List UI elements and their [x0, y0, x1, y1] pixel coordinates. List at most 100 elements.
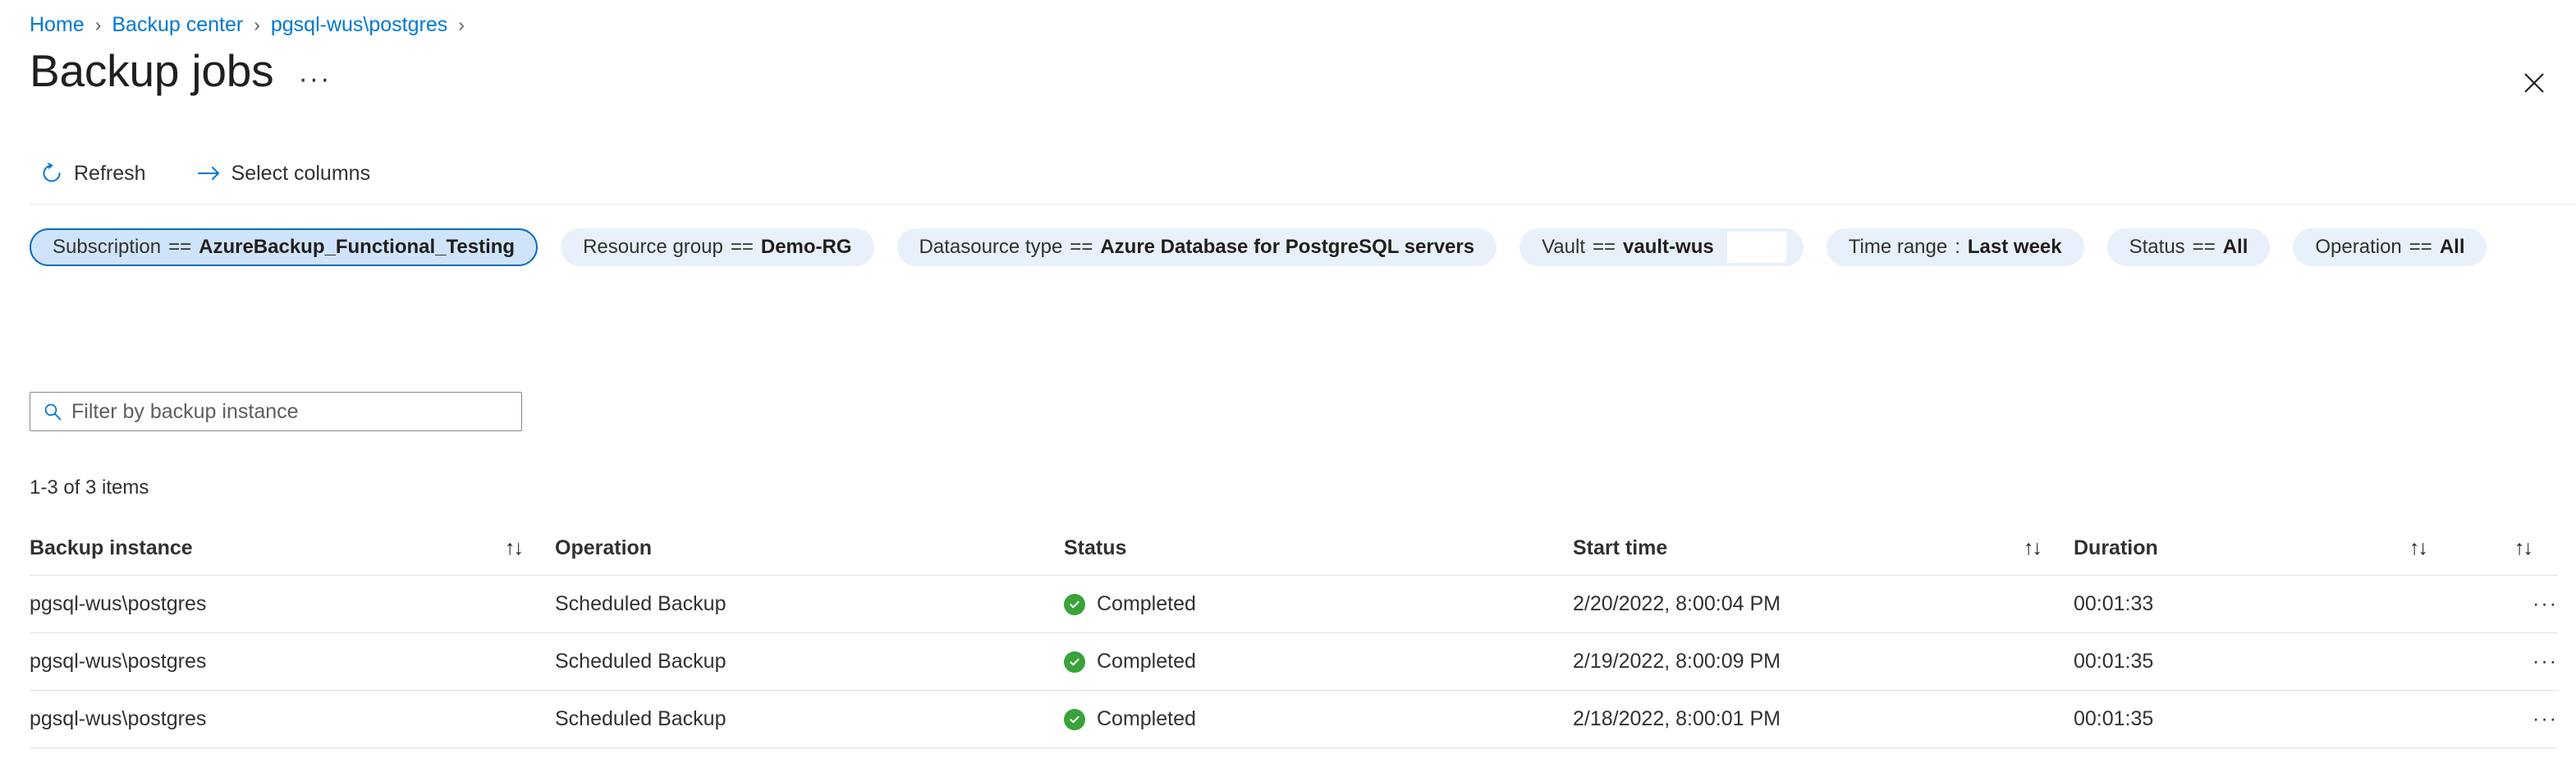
filter-pill-key: Status [2129, 236, 2185, 258]
filter-pill-subscription[interactable]: Subscription == AzureBackup_Functional_Tes… [30, 228, 539, 266]
cell-backup-instance: pgsql-wus\postgres [30, 632, 555, 691]
filter-pill-operator: == [1070, 236, 1093, 258]
search-input[interactable] [65, 398, 511, 425]
column-header-label: Status [1064, 536, 1127, 559]
page-title: Backup jobs [30, 45, 274, 96]
cell-duration: 00:01:35 [2074, 690, 2459, 748]
column-header-row-actions: ↑↓ [2459, 530, 2558, 576]
table-body: pgsql-wus\postgres Scheduled Backup Comple… [30, 575, 2558, 748]
cell-duration: 00:01:33 [2074, 575, 2459, 633]
breadcrumb-item-2[interactable]: Backup center [112, 12, 243, 38]
table-row[interactable]: pgsql-wus\postgres Scheduled Backup Comple… [30, 575, 2558, 633]
filter-pill-key: Datasource type [919, 236, 1063, 258]
filter-pill-datasource-type[interactable]: Datasource type == Azure Database for Post… [896, 228, 1497, 266]
table-row[interactable]: pgsql-wus\postgres Scheduled Backup Comple… [30, 632, 2558, 691]
filter-pill-operator: == [1593, 236, 1616, 258]
filter-pill-value: AzureBackup_Functional_Testing [199, 236, 516, 258]
status-badge: Completed [1064, 650, 1573, 674]
arrow-right-icon [197, 161, 222, 186]
sort-arrows-icon[interactable]: ↑↓ [505, 538, 524, 559]
breadcrumb-separator: › [94, 14, 102, 35]
status-success-check-icon [1064, 651, 1085, 673]
column-header-status: Status [1064, 530, 1573, 576]
table-header: Backup instance ↑↓ Operation Status Start ti… [30, 530, 2558, 576]
select-columns-button[interactable]: Select columns [187, 156, 389, 191]
row-context-menu-button[interactable]: ··· [2459, 690, 2558, 748]
breadcrumb-separator: › [458, 14, 465, 35]
cell-duration: 00:01:35 [2074, 632, 2459, 691]
row-context-menu-button[interactable]: ··· [2459, 575, 2558, 633]
status-badge: Completed [1064, 592, 1573, 616]
filter-pill-value: Demo-RG [760, 236, 852, 258]
status-label: Completed [1097, 650, 1196, 673]
cell-status: Completed [1064, 632, 1573, 691]
filter-pill-vault[interactable]: Vault == vault-wus [1519, 228, 1804, 266]
breadcrumb-item-1[interactable]: Home [30, 12, 85, 38]
filter-pill-operator: == [168, 236, 192, 258]
refresh-button[interactable]: Refresh [30, 156, 164, 191]
cell-backup-instance: pgsql-wus\postgres [30, 690, 555, 748]
column-header-inner: Operation [555, 536, 1064, 560]
breadcrumb-separator: › [254, 14, 260, 35]
filter-pill-list: Subscription == AzureBackup_Functional_Tes… [30, 228, 2566, 266]
table-header-row: Backup instance ↑↓ Operation Status Start ti… [30, 530, 2558, 576]
filter-pill-time-range[interactable]: Time range: Last week [1826, 228, 2084, 266]
filter-pill-operator: : [1955, 236, 1960, 258]
column-header-label: Operation [555, 536, 653, 559]
status-success-check-icon [1064, 708, 1085, 730]
column-header-inner: Backup instance ↑↓ [30, 536, 555, 560]
filter-pill-value: vault-wus [1623, 236, 1714, 258]
page-more-menu-button[interactable]: ··· [298, 65, 331, 93]
filter-pill-key: Time range [1848, 236, 1948, 258]
cell-status: Completed [1064, 690, 1573, 748]
cell-status: Completed [1064, 575, 1573, 633]
filter-pill-operator: == [2409, 236, 2432, 258]
select-columns-button-label: Select columns [231, 161, 371, 185]
column-header-inner: Status [1064, 536, 1573, 560]
column-header-backup-instance[interactable]: Backup instance ↑↓ [30, 530, 555, 576]
cell-operation: Scheduled Backup [555, 690, 1064, 748]
column-header-operation: Operation [555, 530, 1064, 576]
row-context-menu-button[interactable]: ··· [2459, 632, 2558, 691]
cell-start-time: 2/18/2022, 8:00:01 PM [1573, 690, 2074, 748]
column-header-start-time[interactable]: Start time ↑↓ [1573, 530, 2074, 576]
sort-arrows-icon[interactable]: ↑↓ [2409, 538, 2428, 559]
refresh-button-label: Refresh [74, 161, 146, 185]
filter-pill-resource-group[interactable]: Resource group == Demo-RG [561, 228, 874, 266]
filter-pill-key: Vault [1542, 236, 1585, 258]
close-button[interactable] [2515, 64, 2553, 102]
search-icon [40, 399, 65, 424]
breadcrumb-item-3[interactable]: pgsql-wus\postgres [271, 12, 447, 38]
filter-pill-status[interactable]: Status == All [2106, 228, 2271, 266]
filter-pill-key: Resource group [583, 236, 723, 258]
status-label: Completed [1097, 592, 1196, 615]
cell-start-time: 2/20/2022, 8:00:04 PM [1573, 575, 2074, 633]
table-row[interactable]: pgsql-wus\postgres Scheduled Backup Comple… [30, 690, 2558, 748]
column-header-inner: Start time ↑↓ [1573, 536, 2074, 560]
close-icon [2523, 72, 2545, 94]
result-count-label: 1-3 of 3 items [30, 476, 149, 499]
refresh-icon [39, 161, 64, 186]
backup-jobs-table-container: Backup instance ↑↓ Operation Status Start ti… [30, 530, 2558, 748]
status-success-check-icon [1064, 593, 1085, 615]
filter-pill-operator: == [2192, 236, 2216, 258]
status-badge: Completed [1064, 707, 1573, 731]
cell-start-time: 2/19/2022, 8:00:09 PM [1573, 632, 2074, 691]
filter-pill-blank-field[interactable] [1726, 232, 1786, 263]
filter-pill-value: All [2222, 236, 2248, 258]
filter-pill-value: All [2439, 236, 2465, 258]
status-label: Completed [1097, 707, 1196, 730]
search-box[interactable] [30, 392, 522, 431]
filter-pill-operation[interactable]: Operation == All [2293, 228, 2487, 266]
sort-arrows-icon[interactable]: ↑↓ [2514, 538, 2533, 559]
filter-pill-key: Subscription [53, 236, 162, 258]
cell-backup-instance: pgsql-wus\postgres [30, 575, 555, 633]
sort-arrows-icon[interactable]: ↑↓ [2024, 538, 2042, 559]
column-header-duration[interactable]: Duration ↑↓ [2074, 530, 2459, 576]
backup-jobs-table: Backup instance ↑↓ Operation Status Start ti… [30, 530, 2558, 748]
filter-pill-value: Azure Database for PostgreSQL servers [1100, 236, 1475, 258]
page-header: Backup jobs ··· [30, 45, 331, 96]
column-header-inner: Duration ↑↓ [2074, 536, 2459, 560]
cell-operation: Scheduled Backup [555, 575, 1064, 633]
filter-pill-key: Operation [2315, 236, 2402, 258]
